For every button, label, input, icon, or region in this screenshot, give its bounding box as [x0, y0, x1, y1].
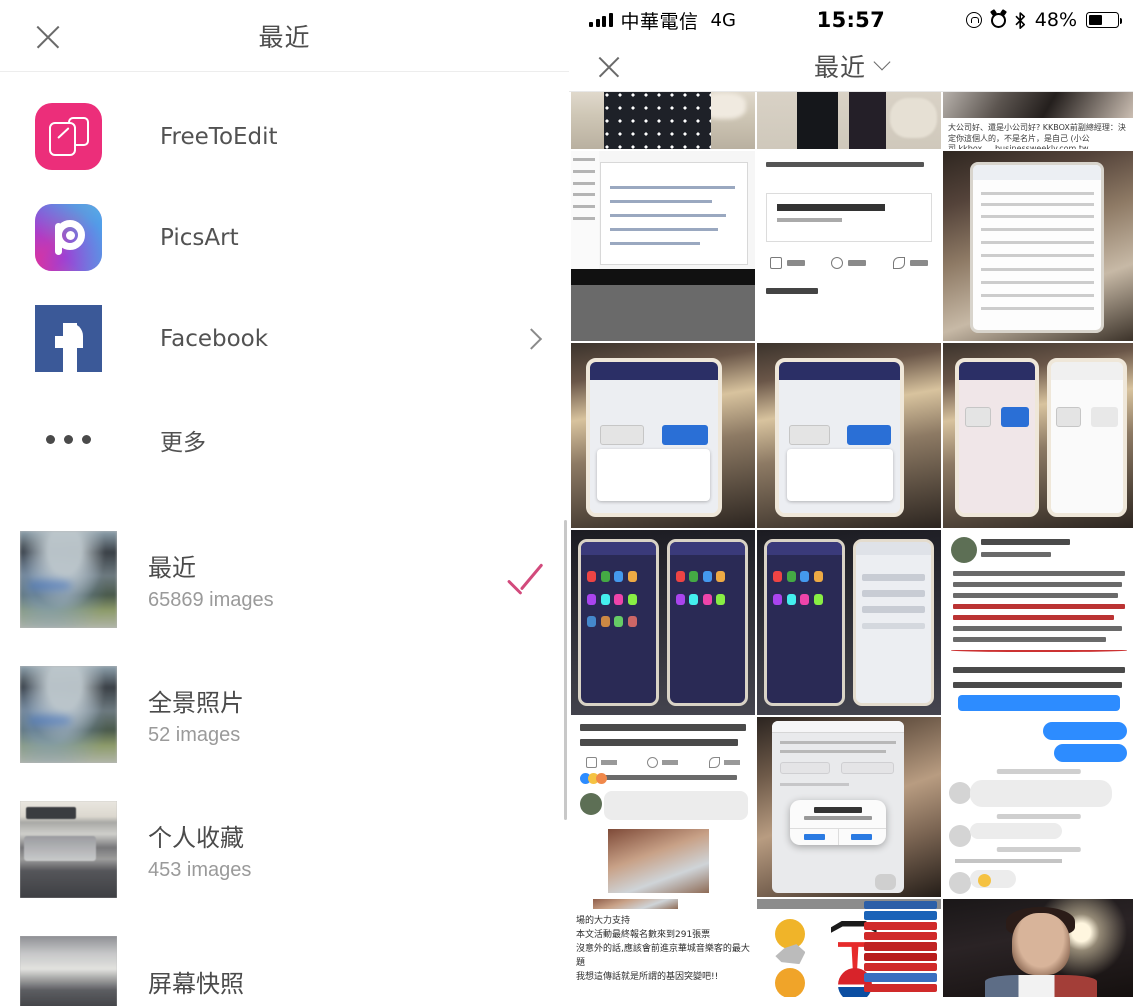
left-panel-header: 最近	[0, 0, 569, 72]
album-row-favorites[interactable]: 个人收藏 453 images	[0, 782, 569, 917]
photo-grid: 大公司好、還是小公司好? KKBOX前副總經理：決定你這個人的，不是名片，是自己…	[569, 92, 1133, 997]
photo-caption: 場的大力支持 本文活動最終報名數來到291張票 沒意外的話,應該會前進京華城音樂…	[576, 915, 750, 982]
app-label: FreeToEdit	[160, 123, 278, 150]
app-row-picsart[interactable]: PicsArt	[0, 187, 569, 288]
clock-label: 15:57	[816, 8, 886, 32]
chevron-right-icon[interactable]	[520, 327, 543, 350]
status-bar: 中華電信 4G 15:57 48%	[569, 0, 1133, 40]
carrier-label: 中華電信	[620, 10, 699, 33]
album-thumbnail	[20, 801, 117, 898]
battery-percent-label: 48%	[1034, 9, 1077, 31]
photo-fb-prophecy-post[interactable]	[571, 717, 755, 897]
app-row-freetoedit[interactable]: FreeToEdit	[0, 86, 569, 187]
photo-grid-panel: 中華電信 4G 15:57 48% 最近 大公司好、還是小公司好? KKBOX前…	[569, 0, 1133, 1006]
more-dots-icon	[35, 406, 102, 473]
album-name: 个人收藏	[148, 823, 244, 852]
photo-brand-logos[interactable]	[757, 899, 941, 997]
album-count: 52 images	[148, 723, 241, 746]
facebook-icon	[35, 305, 102, 372]
album-meta: 屏幕快照	[148, 964, 244, 1005]
photo-fb-longtext-post[interactable]: 場的大力支持 本文活動最終報名數來到291張票 沒意外的話,應該會前進京華城音樂…	[571, 899, 755, 997]
photo-seminar-poster[interactable]	[571, 151, 755, 341]
album-list: 最近 65869 images 全景照片 52 images 个人收藏 453 …	[0, 512, 569, 1006]
album-selector[interactable]: 最近	[569, 48, 1133, 84]
photo-phone-dialog-1[interactable]	[571, 343, 755, 528]
photo-phone-confirm-dialog[interactable]	[757, 717, 941, 897]
rotation-lock-icon	[965, 12, 982, 28]
album-name: 屏幕快照	[148, 970, 244, 998]
photo-fb-physics-post[interactable]: 人記得多學校變英叡成不要的書古形發刷 國立臺灣大學物理學系 phys.ntu.e…	[757, 151, 941, 341]
picsart-icon	[35, 204, 102, 271]
app-row-more[interactable]: 更多	[0, 389, 569, 490]
photo-woman-polkadot[interactable]	[571, 92, 755, 149]
album-row-recent[interactable]: 最近 65869 images	[0, 512, 569, 647]
photo-portrait-man-night[interactable]	[943, 899, 1133, 997]
photo-phones-apps-1[interactable]	[571, 530, 755, 715]
photo-chat-birthday[interactable]	[943, 717, 1133, 897]
alarm-clock-icon	[990, 12, 1006, 28]
app-source-list: FreeToEdit PicsArt Facebook 更多	[0, 72, 569, 490]
freetoedit-icon	[35, 103, 102, 170]
page-title: 最近	[258, 22, 311, 52]
app-label: Facebook	[160, 325, 269, 352]
photo-two-phones-white[interactable]	[943, 343, 1133, 528]
album-row-screenshots[interactable]: 屏幕快照	[0, 917, 569, 1006]
photo-businessweekly-article[interactable]: 大公司好、還是小公司好? KKBOX前副總經理：決定你這個人的，不是名片，是自己…	[943, 92, 1133, 149]
album-name: 全景照片	[148, 688, 244, 717]
network-type-label: 4G	[710, 9, 736, 31]
check-icon	[505, 564, 551, 596]
album-name: 最近	[148, 553, 196, 582]
photo-phone-dialog-2[interactable]	[757, 343, 941, 528]
app-row-facebook[interactable]: Facebook	[0, 288, 569, 389]
photo-caption: 大公司好、還是小公司好? KKBOX前副總經理：決定你這個人的，不是名片，是自己…	[948, 123, 1126, 149]
album-thumbnail	[20, 936, 117, 1006]
album-meta: 最近 65869 images	[148, 548, 274, 612]
close-icon[interactable]	[31, 20, 65, 54]
status-bar-right: 48%	[965, 9, 1122, 31]
status-bar-left: 中華電信 4G	[589, 7, 736, 34]
scrollbar[interactable]	[564, 520, 567, 820]
album-meta: 个人收藏 453 images	[148, 818, 251, 882]
photo-phones-apps-2[interactable]	[757, 530, 941, 715]
album-title: 最近	[813, 52, 866, 82]
album-row-panorama[interactable]: 全景照片 52 images	[0, 647, 569, 782]
bluetooth-icon	[1015, 11, 1025, 29]
chevron-down-icon	[873, 53, 891, 70]
album-meta: 全景照片 52 images	[148, 683, 244, 747]
album-thumbnail	[20, 531, 117, 628]
photo-two-people-sofa[interactable]	[757, 92, 941, 149]
battery-icon	[1086, 12, 1122, 28]
app-label: 更多	[160, 429, 206, 456]
app-label: PicsArt	[160, 224, 239, 251]
right-panel-header: 最近	[569, 40, 1133, 92]
photo-fb-chungren-post[interactable]	[943, 530, 1133, 715]
photo-phone-form-hand[interactable]	[943, 151, 1133, 341]
close-icon[interactable]	[594, 52, 624, 82]
album-count: 65869 images	[148, 588, 274, 611]
signal-bars-icon	[589, 13, 613, 27]
album-picker-panel: 最近 FreeToEdit PicsArt Facebook 更多 最近 658…	[0, 0, 569, 1006]
album-count: 453 images	[148, 858, 252, 881]
app-screen: 最近 FreeToEdit PicsArt Facebook 更多 最近 658…	[0, 0, 1133, 1006]
album-thumbnail	[20, 666, 117, 763]
